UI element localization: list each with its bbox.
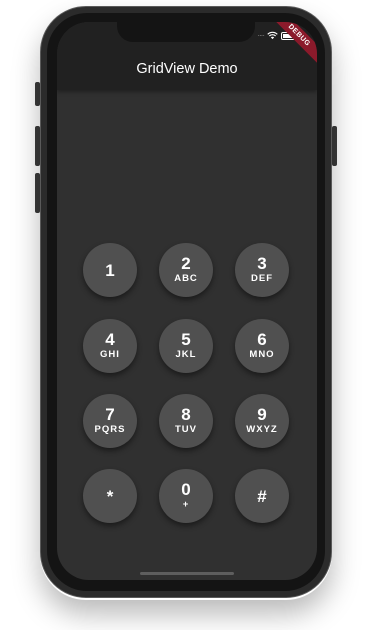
dial-key-star[interactable]: *: [83, 469, 137, 523]
app-bar-title: GridView Demo: [136, 61, 238, 77]
phone-notch: [117, 21, 255, 42]
dial-key-hash[interactable]: #: [235, 469, 289, 523]
dial-key-4[interactable]: 4 GHI: [83, 319, 137, 373]
dial-key-digit: #: [257, 486, 267, 506]
dial-key-6[interactable]: 6 MNO: [235, 319, 289, 373]
dial-key-digit: 7: [105, 405, 115, 424]
dial-key-digit: 8: [181, 405, 191, 424]
dial-key-digit: 9: [257, 405, 267, 424]
dial-key-3[interactable]: 3 DEF: [235, 243, 289, 297]
dial-key-digit: 5: [181, 330, 191, 349]
dial-key-7[interactable]: 7 PQRS: [83, 394, 137, 448]
dial-key-letters: PQRS: [94, 424, 126, 435]
dial-key-0[interactable]: 0 +: [159, 469, 213, 523]
app-screen: GridView Demo ···· DEBUG 1 2 ABC 3 DEF 4 GHI 5 J…: [57, 22, 317, 580]
dial-key-digit: 4: [105, 330, 115, 349]
home-indicator[interactable]: [140, 572, 234, 575]
dial-key-digit: *: [106, 486, 114, 506]
dial-key-digit: 3: [257, 254, 267, 273]
dial-key-letters: MNO: [249, 349, 275, 360]
dial-key-letters: JKL: [175, 349, 197, 360]
dial-key-letters: +: [182, 499, 190, 510]
dial-key-digit: 2: [181, 254, 191, 273]
dial-key-8[interactable]: 8 TUV: [159, 394, 213, 448]
dial-key-letters: TUV: [175, 424, 197, 435]
dial-key-9[interactable]: 9 WXYZ: [235, 394, 289, 448]
dial-key-digit: 1: [105, 260, 115, 280]
dial-key-1[interactable]: 1: [83, 243, 137, 297]
dial-key-digit: 0: [181, 480, 191, 499]
wifi-icon: [267, 31, 278, 40]
dial-key-2[interactable]: 2 ABC: [159, 243, 213, 297]
dial-key-5[interactable]: 5 JKL: [159, 319, 213, 373]
signal-dots-icon: ····: [257, 31, 265, 40]
dial-key-letters: DEF: [251, 273, 273, 284]
phone-power-button: [332, 126, 337, 166]
dial-key-digit: 6: [257, 330, 267, 349]
dial-key-letters: ABC: [174, 273, 198, 284]
dial-key-letters: GHI: [100, 349, 120, 360]
dial-key-letters: WXYZ: [246, 424, 278, 435]
